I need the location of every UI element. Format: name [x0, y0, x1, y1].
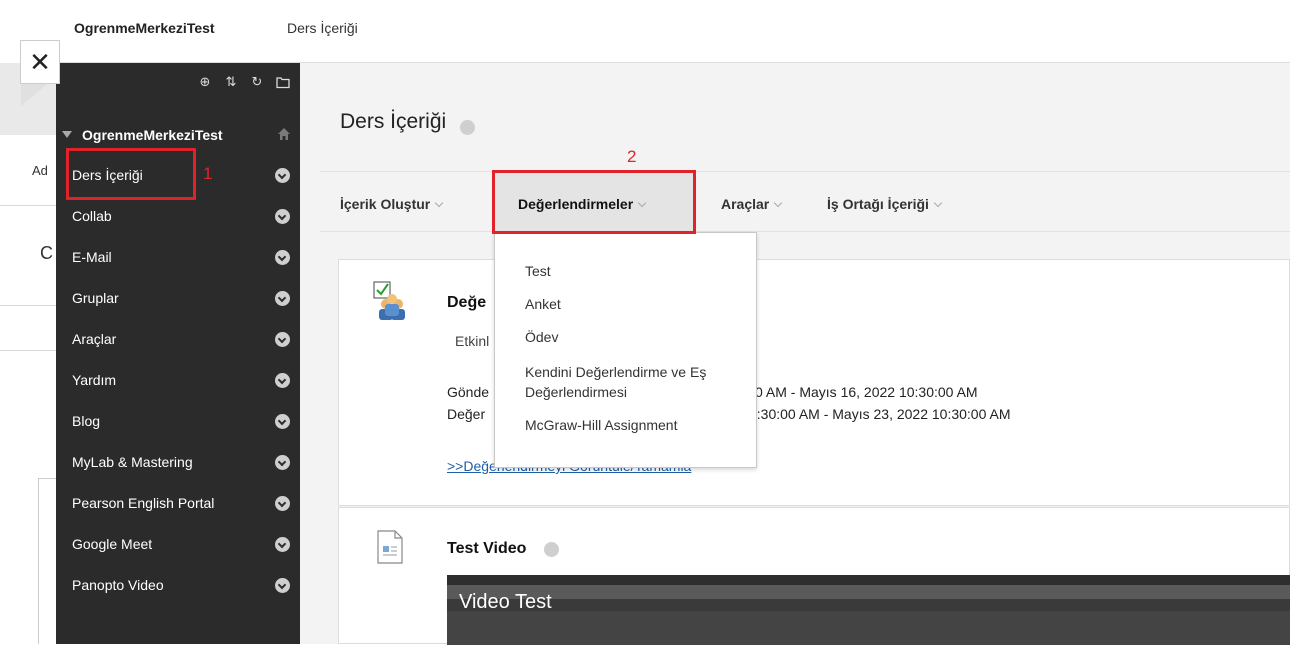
assessment-description: Etkinl: [455, 333, 490, 349]
chevron-down-icon[interactable]: [275, 168, 290, 183]
refresh-icon[interactable]: ↻: [250, 75, 264, 89]
close-icon: ✕: [29, 46, 51, 77]
sidebar-item-collab[interactable]: Collab: [56, 201, 300, 231]
menu-is-ortagi-icerigi[interactable]: İş Ortağı İçeriği: [827, 196, 943, 212]
chevron-down-icon[interactable]: [275, 209, 290, 224]
video-frame-bar: [447, 599, 1290, 611]
course-title[interactable]: OgrenmeMerkeziTest: [82, 127, 223, 143]
annotation-box-2: [492, 170, 696, 234]
sidebar-item-label[interactable]: Panopto Video: [72, 577, 164, 593]
background-text: Ad: [32, 163, 48, 178]
breadcrumb[interactable]: Ders İçeriği: [287, 20, 358, 36]
background-divider: [0, 305, 56, 306]
video-item-title[interactable]: Test Video: [447, 540, 526, 558]
menu-label[interactable]: İş Ortağı İçeriği: [827, 196, 929, 212]
chevron-down-icon[interactable]: [275, 414, 290, 429]
close-button[interactable]: ✕: [20, 40, 60, 84]
annotation-box-1: [66, 148, 196, 200]
sidebar-item-mylab[interactable]: MyLab & Mastering: [56, 447, 300, 477]
sidebar-item-araclar[interactable]: Araçlar: [56, 324, 300, 354]
sidebar-item-label[interactable]: E-Mail: [72, 249, 112, 265]
sidebar-toolbar: ⊕ ⇅ ↻: [198, 75, 290, 89]
background-divider: [0, 350, 56, 351]
home-icon[interactable]: [277, 127, 291, 141]
dropdown-item-anket[interactable]: Anket: [525, 294, 561, 314]
dropdown-item-self-peer-assessment[interactable]: Kendini Değerlendirme ve Eş Değerlendirm…: [525, 362, 740, 402]
sidebar-item-label[interactable]: Blog: [72, 413, 100, 429]
annotation-number-2: 2: [627, 147, 637, 166]
assessment-title[interactable]: Değe: [447, 294, 486, 312]
course-brand[interactable]: OgrenmeMerkeziTest: [74, 20, 215, 36]
sidebar-item-panopto[interactable]: Panopto Video: [56, 570, 300, 600]
submission-date-value: 0 AM - Mayıs 16, 2022 10:30:00 AM: [755, 384, 978, 400]
chevron-down-icon[interactable]: [275, 332, 290, 347]
sidebar-item-pearson[interactable]: Pearson English Portal: [56, 488, 300, 518]
action-bar: [320, 171, 1290, 232]
sidebar-item-label[interactable]: Yardım: [72, 372, 116, 388]
chevron-down-icon: [933, 198, 943, 208]
chevron-down-icon[interactable]: [275, 496, 290, 511]
collapse-triangle-icon[interactable]: [62, 131, 72, 138]
content-item-video: Test Video Video Test: [338, 507, 1290, 645]
chevron-down-icon[interactable]: [275, 537, 290, 552]
sidebar-item-label[interactable]: MyLab & Mastering: [72, 454, 193, 470]
menu-icerik-olustur[interactable]: İçerik Oluştur: [340, 196, 444, 212]
chevron-down-icon: [774, 198, 783, 208]
close-tab-tail: [21, 84, 47, 106]
sidebar-item-google-meet[interactable]: Google Meet: [56, 529, 300, 559]
video-frame-bar: [447, 585, 1290, 599]
video-label: Video Test: [459, 591, 552, 613]
page-options-chevron-icon[interactable]: [460, 120, 475, 135]
background-box: [38, 478, 56, 644]
menu-label[interactable]: İçerik Oluştur: [340, 196, 430, 212]
sidebar-item-label[interactable]: Araçlar: [72, 331, 116, 347]
chevron-down-icon[interactable]: [275, 578, 290, 593]
sidebar-item-blog[interactable]: Blog: [56, 406, 300, 436]
chevron-down-icon[interactable]: [275, 455, 290, 470]
menu-label[interactable]: Araçlar: [721, 196, 769, 212]
reorder-icon[interactable]: ⇅: [224, 75, 238, 89]
chevron-down-icon[interactable]: [275, 291, 290, 306]
sidebar-item-gruplar[interactable]: Gruplar: [56, 283, 300, 313]
top-bar: OgrenmeMerkeziTest Ders İçeriği: [56, 0, 1290, 63]
submission-date-label: Gönde: [447, 384, 490, 400]
menu-araclar[interactable]: Araçlar: [721, 196, 783, 212]
grading-date-value: 0:30:00 AM - Mayıs 23, 2022 10:30:00 AM: [749, 406, 1011, 422]
video-frame-bar: [447, 575, 1290, 585]
background-text: C: [40, 243, 53, 263]
grading-date-label: Değer: [447, 406, 486, 422]
chevron-down-icon[interactable]: [275, 250, 290, 265]
dropdown-item-mcgraw-hill[interactable]: McGraw-Hill Assignment: [525, 415, 677, 435]
chevron-down-icon[interactable]: [275, 373, 290, 388]
assessment-icon: [371, 280, 411, 322]
sidebar-item-yardim[interactable]: Yardım: [56, 365, 300, 395]
background-divider: [0, 205, 56, 206]
folder-view-icon[interactable]: [276, 75, 290, 89]
page-title: Ders İçeriği: [340, 110, 447, 133]
degerlendirmeler-dropdown: Test Anket Ödev Kendini Değerlendirme ve…: [494, 232, 757, 468]
sidebar-item-email[interactable]: E-Mail: [56, 242, 300, 272]
dropdown-item-odev[interactable]: Ödev: [525, 327, 558, 347]
content-item-assessment: Değe Etkinl Gönde 0 AM - Mayıs 16, 2022 …: [338, 259, 1290, 506]
sidebar-item-label[interactable]: Collab: [72, 208, 112, 224]
sidebar-item-label[interactable]: Pearson English Portal: [72, 495, 214, 511]
annotation-number-1: 1: [203, 164, 213, 183]
sidebar-item-label[interactable]: Google Meet: [72, 536, 152, 552]
item-options-chevron-icon[interactable]: [544, 542, 559, 557]
chevron-down-icon: [435, 198, 444, 208]
document-icon: [377, 530, 403, 564]
course-title-row[interactable]: OgrenmeMerkeziTest: [56, 125, 300, 147]
add-menu-item-icon[interactable]: ⊕: [198, 75, 212, 89]
main-content: Ders İçeriği İçerik Oluştur Değerlendirm…: [300, 63, 1290, 645]
video-player[interactable]: Video Test: [447, 575, 1290, 645]
dropdown-item-test[interactable]: Test: [525, 261, 551, 281]
sidebar-item-label[interactable]: Gruplar: [72, 290, 119, 306]
